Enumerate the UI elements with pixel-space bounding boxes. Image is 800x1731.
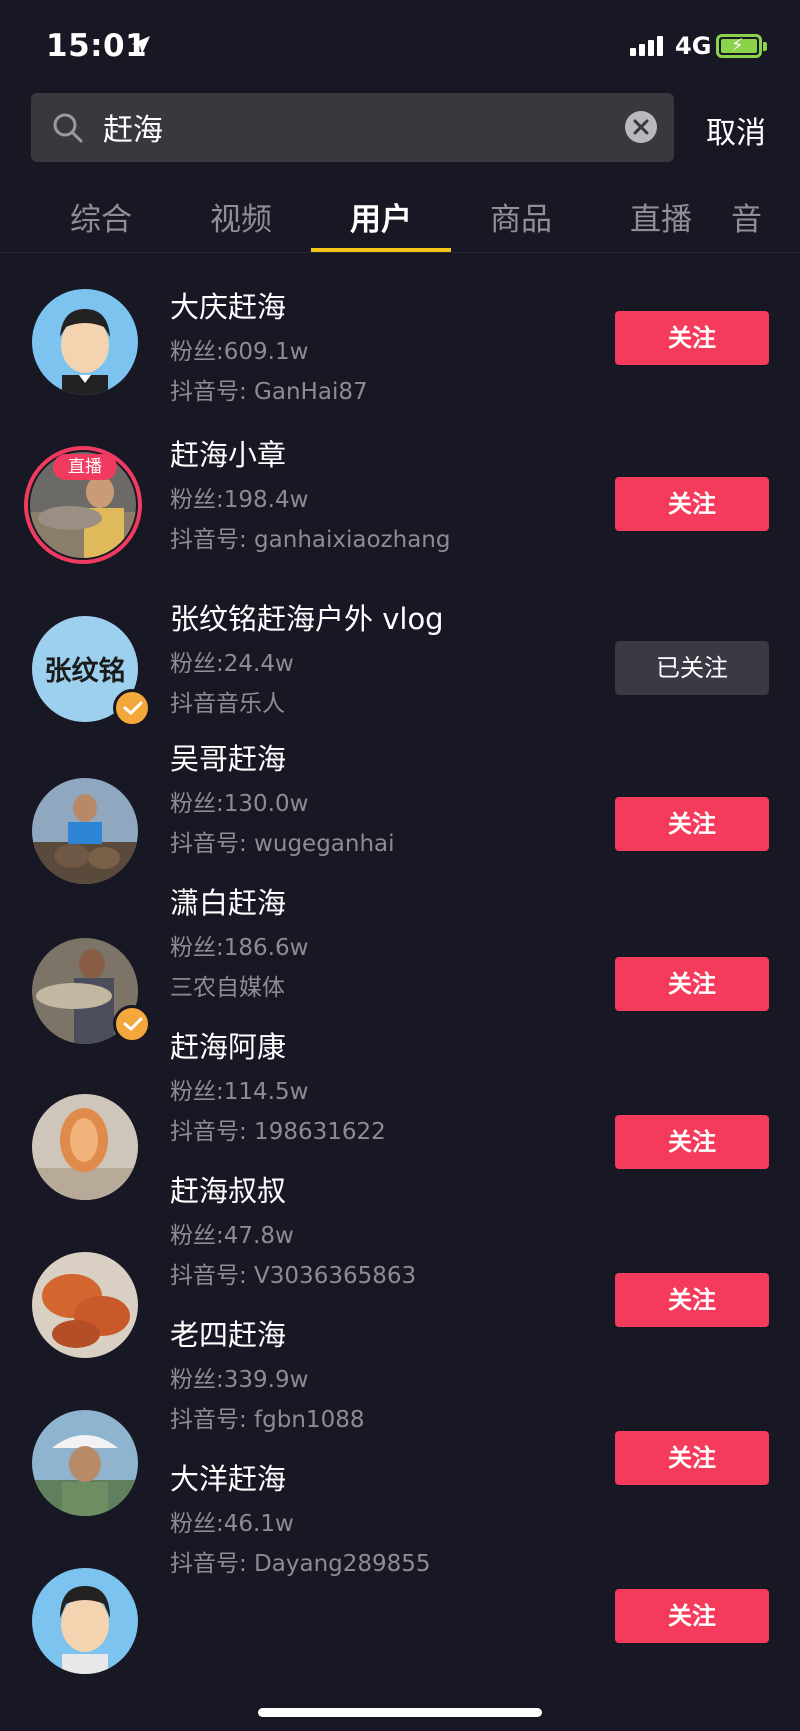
user-name[interactable]: 张纹铭赶海户外 vlog <box>170 596 444 638</box>
user-name[interactable]: 潇白赶海 <box>170 880 286 922</box>
user-id: 抖音号: fgbn1088 <box>170 1407 365 1433</box>
user-name[interactable]: 赶海叔叔 <box>170 1168 286 1210</box>
user-row[interactable]: 赶海阿康 粉丝:114.5w 抖音号: 198631622 关注 <box>0 1030 800 1200</box>
follow-button[interactable]: 关注 <box>615 957 769 1011</box>
follow-button[interactable]: 关注 <box>615 1589 769 1643</box>
follow-button[interactable]: 关注 <box>615 1273 769 1327</box>
fan-count: 粉丝:339.9w <box>170 1367 309 1393</box>
follow-button[interactable]: 关注 <box>615 311 769 365</box>
user-row[interactable]: 大洋赶海 粉丝:46.1w 抖音号: Dayang289855 关注 <box>0 1462 800 1674</box>
follow-button[interactable]: 关注 <box>615 797 769 851</box>
user-row[interactable]: 张纹铭 张纹铭赶海户外 vlog 粉丝:24.4w 抖音音乐人 已关注 <box>0 568 800 727</box>
tab-music[interactable]: 音 <box>731 194 800 239</box>
avatar[interactable] <box>32 289 138 395</box>
fan-count: 粉丝:186.6w <box>170 935 309 961</box>
fan-count: 粉丝:114.5w <box>170 1079 309 1105</box>
status-bar: 15:01 4G ⚡ <box>0 0 800 90</box>
user-id: 抖音号: wugeganhai <box>170 831 395 857</box>
user-tag: 抖音音乐人 <box>170 691 285 717</box>
user-name[interactable]: 大洋赶海 <box>170 1456 286 1498</box>
tab-users[interactable]: 用户 <box>311 194 451 239</box>
user-row[interactable]: 潇白赶海 粉丝:186.6w 三农自媒体 关注 <box>0 884 800 1044</box>
user-id: 抖音号: 198631622 <box>170 1119 386 1145</box>
follow-button[interactable]: 关注 <box>615 477 769 531</box>
avatar[interactable] <box>32 778 138 884</box>
battery-charging-icon: ⚡ <box>716 34 762 58</box>
user-id: 抖音号: ganhaixiaozhang <box>170 527 451 553</box>
user-id: 抖音号: Dayang289855 <box>170 1551 431 1577</box>
user-name[interactable]: 赶海小章 <box>170 432 286 474</box>
tab-comprehensive[interactable]: 综合 <box>31 194 171 239</box>
fan-count: 粉丝:609.1w <box>170 339 309 365</box>
clear-search-icon[interactable] <box>625 111 657 143</box>
follow-button[interactable]: 关注 <box>615 1115 769 1169</box>
verified-badge-icon <box>113 1005 151 1043</box>
search-icon <box>53 113 83 143</box>
user-name[interactable]: 老四赶海 <box>170 1312 286 1354</box>
user-row[interactable]: 直播 赶海小章 粉丝:198.4w 抖音号: ganhaixiaozhang 关… <box>0 410 800 568</box>
followed-button[interactable]: 已关注 <box>615 641 769 695</box>
user-name[interactable]: 赶海阿康 <box>170 1024 286 1066</box>
fan-count: 粉丝:24.4w <box>170 651 294 677</box>
user-row[interactable]: 老四赶海 粉丝:339.9w 抖音号: fgbn1088 关注 <box>0 1318 800 1516</box>
cancel-button[interactable]: 取消 <box>706 108 766 152</box>
user-tag: 三农自媒体 <box>170 975 285 1001</box>
user-row[interactable]: 吴哥赶海 粉丝:130.0w 抖音号: wugeganhai 关注 <box>0 726 800 884</box>
avatar[interactable] <box>32 1568 138 1674</box>
location-arrow-icon <box>132 36 150 54</box>
user-id: 抖音号: V3036365863 <box>170 1263 417 1289</box>
user-name[interactable]: 大庆赶海 <box>170 284 286 326</box>
live-badge: 直播 <box>53 454 117 480</box>
avatar-text: 张纹铭 <box>45 656 126 687</box>
search-bar[interactable] <box>31 93 674 162</box>
search-tabs: 综合 视频 用户 商品 直播 音 <box>0 180 800 253</box>
avatar[interactable] <box>32 1094 138 1200</box>
avatar[interactable] <box>32 1410 138 1516</box>
cellular-signal-icon <box>630 36 663 56</box>
tab-videos[interactable]: 视频 <box>171 194 311 239</box>
fan-count: 粉丝:130.0w <box>170 791 309 817</box>
follow-button[interactable]: 关注 <box>615 1431 769 1485</box>
avatar[interactable] <box>32 1252 138 1358</box>
tab-products[interactable]: 商品 <box>451 194 591 239</box>
user-id: 抖音号: GanHai87 <box>170 379 368 405</box>
user-row[interactable]: 大庆赶海 粉丝:609.1w 抖音号: GanHai87 关注 <box>0 252 800 410</box>
network-type: 4G <box>675 32 712 60</box>
fan-count: 粉丝:198.4w <box>170 487 309 513</box>
tab-live[interactable]: 直播 <box>591 194 731 239</box>
battery-tip <box>763 42 767 51</box>
fan-count: 粉丝:47.8w <box>170 1223 294 1249</box>
home-indicator[interactable] <box>258 1708 542 1717</box>
user-row[interactable]: 赶海叔叔 粉丝:47.8w 抖音号: V3036365863 关注 <box>0 1174 800 1358</box>
user-name[interactable]: 吴哥赶海 <box>170 736 286 778</box>
fan-count: 粉丝:46.1w <box>170 1511 294 1537</box>
verified-badge-icon <box>113 689 151 727</box>
search-input[interactable] <box>101 108 585 145</box>
